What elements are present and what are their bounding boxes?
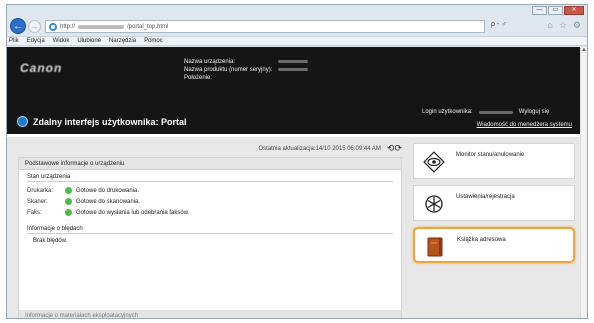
monitor-eye-icon — [423, 151, 445, 173]
menu-file[interactable]: Plik — [9, 38, 19, 44]
consumables-header[interactable]: Informacje o materiałach eksploatacyjnyc… — [19, 310, 401, 318]
portal-title-text: Zdalny interfejs użytkownika: Portal — [33, 116, 187, 127]
device-info-panel: Ostatnia aktualizacja:14/10 2015 06:09:4… — [18, 143, 402, 318]
page-content: Ostatnia aktualizacja:14/10 2015 06:09:4… — [7, 137, 580, 318]
menu-favorites[interactable]: Ulubione — [77, 38, 101, 44]
favorites-star-icon[interactable]: ☆ — [559, 20, 567, 31]
location-label: Położenie: — [184, 75, 213, 81]
error-title: Informacje o błędach — [27, 226, 393, 234]
status-ok-icon — [65, 187, 72, 194]
vertical-scrollbar[interactable]: ▲ — [580, 47, 587, 318]
page-header: Canon Nazwa urządzenia: Nazwa produktu (… — [7, 47, 580, 134]
status-value: Gotowe do skanowania. — [76, 198, 141, 205]
menu-edit[interactable]: Edycja — [27, 38, 45, 44]
minimize-button[interactable]: — — [532, 6, 547, 15]
device-state-section: Stan urządzenia Drukarka: Gotowe do druk… — [19, 170, 401, 218]
address-bar[interactable]: http:// /portal_top.html — [45, 20, 485, 33]
browser-window: — ▭ ✕ ← → http:// /portal_top.html ρ - ♂… — [6, 4, 588, 319]
product-name-value — [278, 68, 308, 71]
error-value: Brak błędów. — [33, 238, 68, 244]
address-book-icon — [427, 237, 443, 257]
status-row-fax: Faks: Gotowe do wysłania lub odebrania f… — [27, 207, 393, 218]
close-button[interactable]: ✕ — [564, 6, 584, 15]
browser-toolbar-icons: ⌂ ☆ ⚙ — [547, 20, 581, 31]
status-key: Skaner: — [27, 198, 48, 205]
status-row-scanner: Skaner: Gotowe do skanowania. — [27, 196, 393, 207]
info-box: Podstawowe informacje o urządzeniu Stan … — [18, 157, 402, 318]
ie-icon — [49, 22, 57, 31]
status-value: Gotowe do drukowania. — [76, 187, 140, 194]
settings-asterisk-icon — [425, 195, 443, 213]
card-address-book[interactable]: Książka adresowa — [413, 227, 575, 263]
portal-title: Zdalny interfejs użytkownika: Portal — [17, 116, 187, 127]
menu-tools[interactable]: Narzędzia — [109, 38, 136, 44]
status-key: Faks: — [27, 209, 42, 216]
error-section: Informacje o błędach Brak błędów. — [19, 218, 401, 244]
device-name-label: Nazwa urządzenia: — [184, 59, 236, 65]
menu-view[interactable]: Widok — [53, 38, 70, 44]
refresh-icon[interactable]: ⟲⟳ — [387, 143, 402, 154]
status-key: Drukarka: — [27, 187, 54, 194]
address-row: ← → http:// /portal_top.html ρ - ♂ ⌂ ☆ ⚙ — [7, 17, 587, 36]
login-value — [478, 110, 513, 114]
scroll-up-icon[interactable]: ▲ — [581, 47, 587, 53]
card-label: Monitor stanu/anulowanie — [456, 152, 525, 158]
last-update-text: Ostatnia aktualizacja:14/10 2015 06:09:4… — [258, 145, 381, 152]
device-info: Nazwa urządzenia: Nazwa produktu (numer … — [184, 58, 308, 82]
url-host-redacted — [78, 24, 125, 29]
device-state-title: Stan urządzenia — [27, 174, 393, 182]
gear-icon[interactable]: ⚙ — [573, 20, 581, 31]
maximize-button[interactable]: ▭ — [548, 6, 563, 15]
title-bar: — ▭ ✕ — [7, 5, 587, 17]
device-name-value — [278, 60, 308, 63]
forward-button[interactable]: → — [28, 20, 41, 33]
menu-bar: Plik Edycja Widok Ulubione Narzędzia Pom… — [7, 36, 587, 46]
url-path: /portal_top.html — [127, 23, 169, 30]
url-protocol: http:// — [60, 23, 76, 30]
card-label: Ustawienia/rejestracja — [456, 194, 515, 200]
home-icon[interactable]: ⌂ — [547, 20, 552, 31]
basic-info-header: Podstawowe informacje o urządzeniu — [19, 158, 401, 170]
card-label: Książka adresowa — [457, 237, 506, 243]
status-value: Gotowe do wysłania lub odebrania faksów. — [76, 209, 190, 216]
menu-cards: Monitor stanu/anulowanie Ustawienia/reje… — [413, 143, 575, 269]
page-viewport: Canon Nazwa urządzenia: Nazwa produktu (… — [7, 47, 587, 318]
window-controls: — ▭ ✕ — [532, 6, 584, 15]
portal-icon — [17, 116, 28, 127]
card-settings[interactable]: Ustawienia/rejestracja — [413, 185, 575, 221]
refresh-area: Ostatnia aktualizacja:14/10 2015 06:09:4… — [258, 143, 402, 154]
login-line: Login użytkownika: Wyloguj się — [422, 109, 549, 115]
login-label: Login użytkownika: — [422, 109, 473, 115]
product-name-label: Nazwa produktu (numer seryjny): — [184, 67, 273, 73]
status-row-printer: Drukarka: Gotowe do drukowania. — [27, 185, 393, 196]
brand-logo: Canon — [20, 61, 63, 75]
back-button[interactable]: ← — [10, 18, 26, 34]
card-status-monitor[interactable]: Monitor stanu/anulowanie — [413, 143, 575, 179]
search-refresh-tools[interactable]: ρ - ♂ — [491, 21, 506, 28]
message-to-admin-link[interactable]: Wiadomość do menedżera systemu — [477, 122, 572, 128]
status-ok-icon — [65, 198, 72, 205]
logout-link[interactable]: Wyloguj się — [519, 109, 550, 115]
menu-help[interactable]: Pomoc — [144, 38, 163, 44]
status-ok-icon — [65, 209, 72, 216]
